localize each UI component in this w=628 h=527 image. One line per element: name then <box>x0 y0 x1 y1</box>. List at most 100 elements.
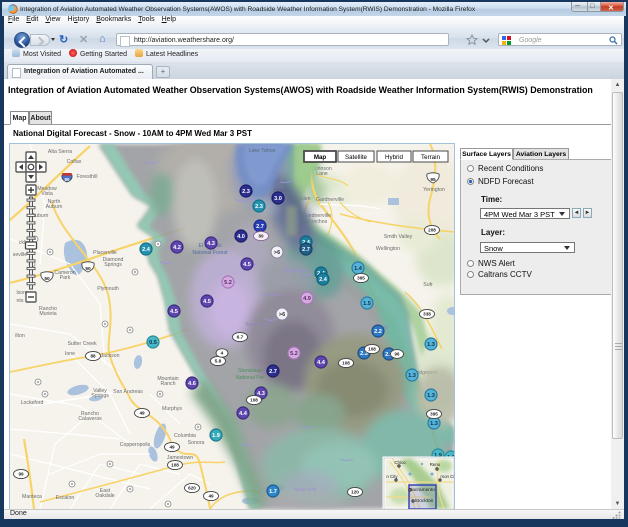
svg-text:Map: Map <box>314 154 327 161</box>
svg-text:Columbia: Columbia <box>174 433 196 439</box>
svg-text:Murieta: Murieta <box>39 311 56 317</box>
svg-text:Wellington: Wellington <box>376 246 400 252</box>
svg-text:50: 50 <box>44 276 50 282</box>
svg-text:seville: seville <box>13 252 28 258</box>
svg-text:108: 108 <box>368 347 376 352</box>
svg-text:395: 395 <box>357 276 365 281</box>
svg-text:89: 89 <box>258 234 264 239</box>
svg-text:Murphys: Murphys <box>162 406 182 412</box>
svg-text:96: 96 <box>395 352 400 357</box>
svg-text:Jamestown: Jamestown <box>167 455 193 461</box>
svg-text:0.5: 0.5 <box>149 340 157 346</box>
svg-text:1.7: 1.7 <box>269 489 277 495</box>
svg-text:Lockeford: Lockeford <box>21 400 44 406</box>
svg-text:Placerville: Placerville <box>93 250 117 256</box>
svg-text:1.3: 1.3 <box>430 421 438 427</box>
svg-text:Alta Sierra: Alta Sierra <box>48 149 72 155</box>
svg-text:4.4: 4.4 <box>317 360 326 366</box>
svg-text:395: 395 <box>430 412 438 417</box>
svg-text:n City: n City <box>386 474 398 479</box>
svg-text:620: 620 <box>188 486 196 491</box>
svg-text:2.7: 2.7 <box>269 369 277 375</box>
svg-text:Yerington: Yerington <box>423 187 445 193</box>
svg-text:nts: nts <box>17 298 24 304</box>
svg-text:Plymouth: Plymouth <box>97 286 119 292</box>
svg-text:Chico: Chico <box>394 460 406 465</box>
svg-text:Sacramento: Sacramento <box>409 487 435 493</box>
svg-text:>6: >6 <box>279 312 285 318</box>
svg-text:Foresthill: Foresthill <box>76 174 97 180</box>
svg-text:4.2: 4.2 <box>173 245 181 251</box>
svg-text:6.7: 6.7 <box>237 335 244 341</box>
svg-text:1.3: 1.3 <box>427 342 435 348</box>
svg-text:1.9: 1.9 <box>212 433 220 439</box>
svg-text:Smith Valley: Smith Valley <box>384 234 413 240</box>
svg-text:Escalon: Escalon <box>56 495 75 501</box>
svg-text:88: 88 <box>90 354 96 359</box>
svg-text:4.5: 4.5 <box>203 299 211 305</box>
svg-text:San Andreas: San Andreas <box>113 389 143 395</box>
svg-text:Oakdale: Oakdale <box>95 493 114 499</box>
svg-text:5.2: 5.2 <box>290 351 298 357</box>
svg-text:Springs: Springs <box>104 262 122 268</box>
svg-text:Calaveras: Calaveras <box>78 416 102 422</box>
svg-text:Manteca: Manteca <box>22 494 42 500</box>
svg-text:2.3: 2.3 <box>242 189 250 195</box>
svg-text:Hybrid: Hybrid <box>385 154 403 161</box>
svg-text:4.6: 4.6 <box>188 381 196 387</box>
svg-text:Vista: Vista <box>41 191 53 197</box>
svg-text:Stanislaus: Stanislaus <box>238 368 262 374</box>
svg-text:338: 338 <box>423 312 431 317</box>
svg-text:Gardnerville: Gardnerville <box>316 197 344 203</box>
svg-text:49: 49 <box>139 411 145 416</box>
svg-text:Reno: Reno <box>430 462 441 467</box>
svg-text:Copperopolis: Copperopolis <box>120 442 151 448</box>
svg-text:2.4: 2.4 <box>319 277 328 283</box>
svg-text:5.8: 5.8 <box>215 359 222 365</box>
svg-text:1.4: 1.4 <box>354 266 363 272</box>
svg-text:Auburn: Auburn <box>46 204 63 210</box>
svg-text:4.0: 4.0 <box>237 234 245 240</box>
svg-text:95: 95 <box>430 177 436 183</box>
svg-text:1.3: 1.3 <box>427 393 435 399</box>
svg-text:208: 208 <box>428 228 436 233</box>
svg-text:Satellite: Satellite <box>345 154 368 161</box>
svg-text:4.3: 4.3 <box>207 241 215 247</box>
svg-text:National For: National For <box>236 375 265 381</box>
svg-text:National Forest: National Forest <box>192 250 228 256</box>
svg-text:49: 49 <box>208 494 214 499</box>
svg-text:4.5: 4.5 <box>170 309 178 315</box>
svg-text:2.3: 2.3 <box>255 204 263 210</box>
svg-text:3.0: 3.0 <box>274 196 282 202</box>
svg-text:Bear Valley: Bear Valley <box>245 322 271 328</box>
svg-text:rson Cit: rson Cit <box>440 474 454 479</box>
svg-text:>6: >6 <box>274 250 280 256</box>
svg-text:5.2: 5.2 <box>224 280 232 286</box>
svg-text:Springs: Springs <box>91 393 109 399</box>
svg-text:Terrain: Terrain <box>421 154 440 161</box>
svg-text:108: 108 <box>250 398 258 403</box>
svg-text:Ranch: Ranch <box>161 381 176 387</box>
svg-text:2.2: 2.2 <box>374 329 382 335</box>
svg-text:Colfax: Colfax <box>67 159 82 165</box>
svg-text:4.4: 4.4 <box>239 411 248 417</box>
svg-text:108: 108 <box>342 361 350 366</box>
svg-text:White Wolf: White Wolf <box>293 487 317 493</box>
svg-text:2.4: 2.4 <box>142 247 151 253</box>
svg-text:Stockton: Stockton <box>415 498 434 504</box>
svg-text:4: 4 <box>221 351 224 357</box>
svg-text:2.7: 2.7 <box>256 224 264 230</box>
svg-text:120: 120 <box>351 490 359 495</box>
svg-text:Sonora: Sonora <box>188 440 205 446</box>
svg-text:108: 108 <box>171 463 179 468</box>
svg-text:2.7: 2.7 <box>302 247 310 253</box>
svg-text:Sufr: Sufr <box>423 282 433 288</box>
svg-text:Ione: Ione <box>65 351 75 357</box>
svg-text:Huckleberry: Huckleberry <box>282 268 309 274</box>
svg-text:1.3: 1.3 <box>408 373 416 379</box>
svg-text:50: 50 <box>85 266 91 272</box>
svg-text:80: 80 <box>65 177 70 182</box>
svg-text:Park: Park <box>60 275 71 281</box>
svg-text:Jackson: Jackson <box>100 353 119 359</box>
svg-text:ilton: ilton <box>15 333 25 339</box>
